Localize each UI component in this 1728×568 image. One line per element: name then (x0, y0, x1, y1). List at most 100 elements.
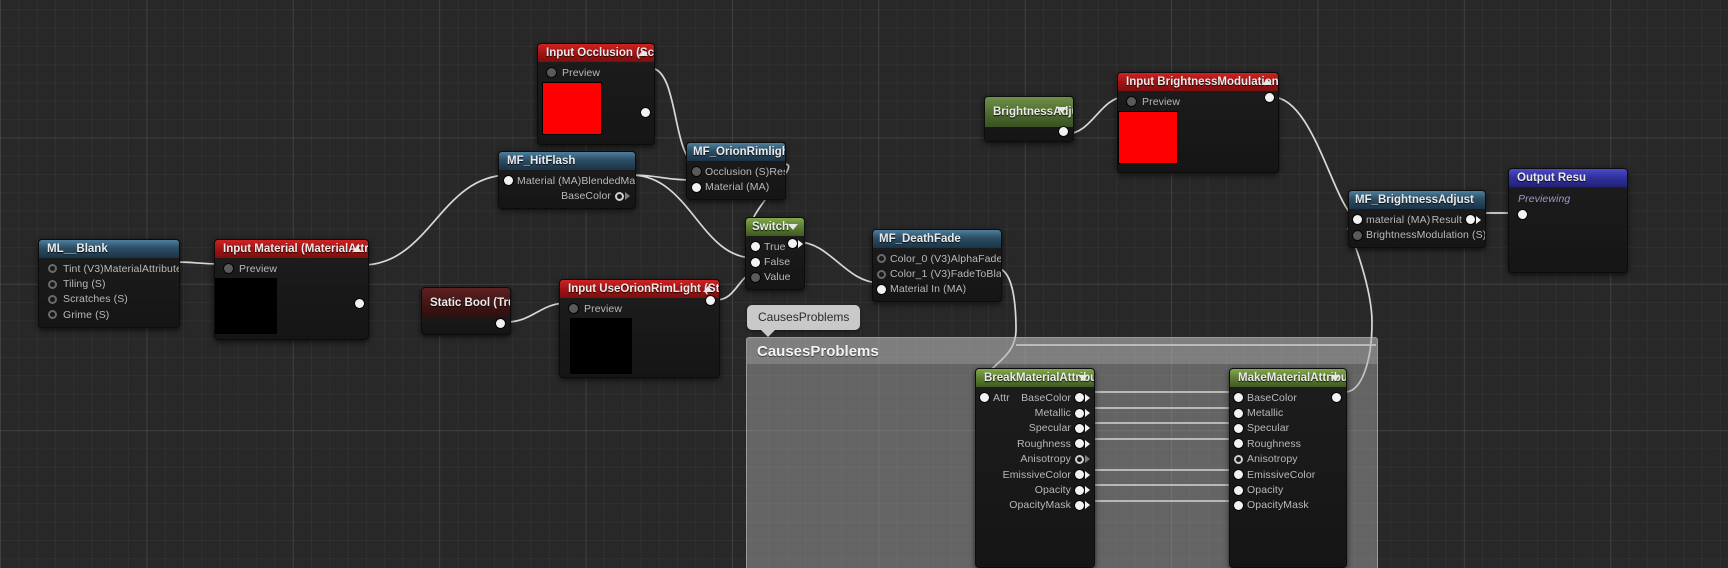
node-input-brightnessmodulation[interactable]: Input BrightnessModulation (Scalar) Prev… (1117, 72, 1279, 173)
collapse-chevron-up-icon[interactable] (638, 50, 648, 56)
pin-row[interactable]: BaseColor (1230, 390, 1346, 405)
pin-row[interactable]: Value (746, 270, 804, 285)
node-brightnessadjust-param[interactable]: BrightnessAdjust Param (1.25) (984, 96, 1074, 142)
pin-row[interactable]: Opacity (1230, 482, 1346, 497)
expand-chevron-down-icon[interactable] (1330, 375, 1340, 381)
pin-row[interactable]: Scratches (S) (39, 292, 179, 307)
node-mf-orionrimlight[interactable]: MF_OrionRimlight Occlusion (S) Result Ma… (686, 142, 786, 200)
expand-chevron-down-icon[interactable] (1078, 375, 1088, 381)
pin-row[interactable]: Tiling (S) (39, 276, 179, 291)
input-pin-roughness[interactable] (1234, 439, 1243, 449)
node-output-result[interactable]: Output Resu Previewing (1508, 168, 1628, 273)
node-mf-hitflash[interactable]: MF_HitFlash Material (MA) BlendedMateria… (498, 151, 636, 209)
input-pin-opacity[interactable] (1234, 485, 1243, 495)
input-pin-anisotropy[interactable] (1234, 454, 1243, 464)
pin-row[interactable]: EmissiveColor (976, 467, 1094, 482)
pin-row[interactable]: OpacityMask (976, 498, 1094, 513)
node-ml-blank[interactable]: ML__Blank Tint (V3) MaterialAttributes T… (38, 239, 180, 328)
input-pin-preview[interactable] (547, 68, 556, 78)
input-pin-emissivecolor[interactable] (1234, 470, 1243, 480)
node-header[interactable]: Input UseOrionRimLight (StaticBool) (560, 280, 719, 298)
pin-row[interactable]: Attr BaseColor (976, 390, 1094, 405)
node-input-occlusion[interactable]: Input Occlusion (Scalar) Preview (537, 43, 655, 145)
pin-row[interactable]: Metallic (1230, 405, 1346, 420)
output-pin-opacity[interactable] (1075, 485, 1084, 495)
pin-row[interactable]: material (MA) Result (1349, 212, 1485, 227)
node-input-material[interactable]: Input Material (MaterialAttributes) Prev… (214, 239, 369, 340)
output-pin-value[interactable] (496, 319, 505, 328)
collapse-chevron-up-icon[interactable] (1262, 79, 1272, 85)
input-pin-preview[interactable] (569, 304, 578, 314)
output-pin-result[interactable] (1466, 215, 1475, 225)
pin-row[interactable]: Color_1 (V3) FadeToBlack (873, 266, 1001, 281)
output-pin-result[interactable] (788, 239, 797, 248)
input-pin-material[interactable] (504, 176, 513, 186)
input-pin-attr[interactable] (980, 393, 989, 403)
expand-chevron-down-icon[interactable] (1057, 107, 1067, 113)
node-header[interactable]: Output Resu (1509, 169, 1627, 187)
output-pin-result[interactable] (641, 108, 650, 117)
node-header[interactable]: Input Material (MaterialAttributes) (215, 240, 368, 258)
input-pin-brightnessmodulation[interactable] (1353, 230, 1362, 240)
pin-row[interactable]: Grime (S) (39, 307, 179, 322)
pin-row[interactable]: False (746, 254, 804, 269)
pin-row[interactable]: BrightnessModulation (S) (1349, 227, 1485, 242)
pin-row[interactable]: Anisotropy (976, 452, 1094, 467)
pin-row[interactable]: EmissiveColor (1230, 467, 1346, 482)
input-pin-scratches[interactable] (48, 294, 57, 304)
node-header[interactable]: MF_DeathFade (873, 230, 1001, 248)
node-make-material-attributes[interactable]: MakeMaterialAttributes BaseColor Metalli… (1229, 368, 1347, 568)
input-pin-materialin[interactable] (877, 284, 886, 294)
input-pin-preview[interactable] (1127, 97, 1136, 107)
pin-row[interactable]: Roughness (976, 436, 1094, 451)
pin-row[interactable]: Metallic (976, 405, 1094, 420)
node-header[interactable]: MF_HitFlash (499, 152, 635, 170)
output-pin-anisotropy[interactable] (1075, 454, 1084, 464)
output-pin-basecolor[interactable] (615, 191, 624, 201)
collapse-chevron-up-icon[interactable] (703, 286, 713, 292)
output-pin-result[interactable] (706, 296, 715, 305)
pin-row[interactable]: Opacity (976, 482, 1094, 497)
node-header[interactable]: Switch (746, 218, 804, 236)
node-mf-deathfade[interactable]: MF_DeathFade Color_0 (V3) AlphaFade Colo… (872, 229, 1002, 303)
input-pin-material[interactable] (692, 182, 701, 192)
input-pin-tiling[interactable] (48, 279, 57, 289)
output-pin-metallic[interactable] (1075, 408, 1084, 418)
input-pin-true[interactable] (751, 242, 760, 252)
node-header[interactable]: MF_BrightnessAdjust (1349, 191, 1485, 209)
input-pin-material[interactable] (1353, 215, 1362, 225)
node-header[interactable]: BreakMaterialAttributes (976, 369, 1094, 387)
pin-row[interactable]: Roughness (1230, 436, 1346, 451)
input-pin-preview[interactable] (224, 264, 233, 274)
pin-row[interactable]: Occlusion (S) Result (687, 164, 785, 179)
node-switch[interactable]: Switch True False Value (745, 217, 805, 291)
input-pin-grime[interactable] (48, 310, 57, 320)
node-header[interactable]: Input BrightnessModulation (Scalar) (1118, 73, 1278, 91)
pin-row[interactable]: Specular (976, 421, 1094, 436)
node-static-bool[interactable]: Static Bool (True) Input Data (421, 287, 511, 335)
material-graph-canvas[interactable]: CausesProblems CausesProblems ML__Blank … (0, 0, 1728, 568)
node-header[interactable]: Static Bool (True) Input Data (422, 288, 510, 318)
pin-row[interactable]: Anisotropy (1230, 452, 1346, 467)
input-pin-tint[interactable] (48, 264, 57, 274)
input-pin-occlusion[interactable] (692, 167, 701, 177)
input-pin-false[interactable] (751, 257, 760, 267)
pin-row-preview[interactable]: Preview (215, 261, 368, 276)
node-header[interactable]: MF_OrionRimlight (687, 143, 785, 161)
output-pin-result[interactable] (1265, 93, 1274, 102)
input-pin-value[interactable] (751, 272, 760, 282)
pin-row[interactable]: Specular (1230, 421, 1346, 436)
pin-row[interactable]: OpacityMask (1230, 498, 1346, 513)
input-pin-metallic[interactable] (1234, 408, 1243, 418)
output-pin-emissivecolor[interactable] (1075, 470, 1084, 480)
pin-row[interactable]: Color_0 (V3) AlphaFade (873, 251, 1001, 266)
node-header[interactable]: ML__Blank (39, 240, 179, 258)
pin-row[interactable]: Material In (MA) (873, 282, 1001, 297)
node-mf-brightnessadjust[interactable]: MF_BrightnessAdjust material (MA) Result… (1348, 190, 1486, 248)
node-header[interactable]: MakeMaterialAttributes (1230, 369, 1346, 387)
output-pin-value[interactable] (1059, 127, 1068, 136)
pin-row-preview[interactable]: Preview (1118, 94, 1278, 109)
pin-row[interactable] (1509, 207, 1627, 222)
node-break-material-attributes[interactable]: BreakMaterialAttributes Attr BaseColor M… (975, 368, 1095, 568)
pin-row[interactable]: Material (MA) (687, 179, 785, 194)
